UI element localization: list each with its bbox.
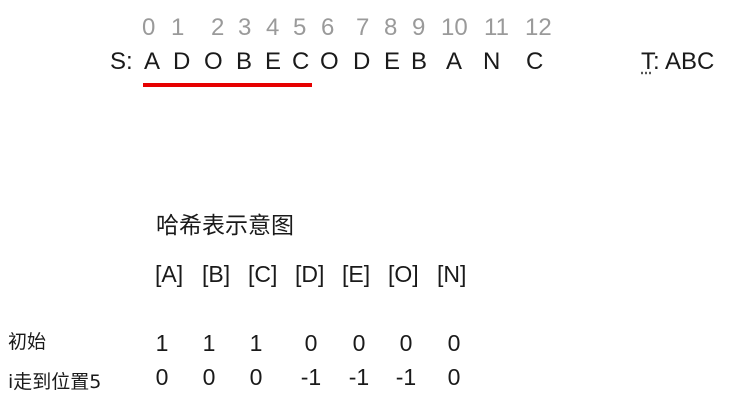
hash-key: [E]	[342, 261, 371, 287]
cell-value: -1	[300, 364, 322, 390]
t-letter: T	[641, 48, 653, 75]
t-label: T: ABC	[641, 50, 714, 74]
s-char: C	[292, 48, 310, 75]
hash-title: 哈希表示意图	[156, 213, 294, 239]
s-char: D	[353, 48, 371, 75]
s-char: C	[526, 48, 544, 75]
s-char: A	[144, 48, 161, 75]
s-char: E	[265, 48, 282, 75]
index-label: 2	[211, 14, 225, 41]
index-label: 8	[384, 14, 398, 41]
cell-value: -1	[348, 364, 370, 390]
index-label: 3	[238, 14, 252, 41]
cell-value: 1	[202, 330, 216, 356]
index-label: 0	[142, 14, 156, 41]
hash-key: [B]	[202, 261, 231, 287]
hash-key: [D]	[295, 261, 325, 287]
index-label: 12	[525, 14, 552, 41]
window-underline	[143, 83, 312, 87]
cell-value: 1	[155, 330, 169, 356]
hash-key: [O]	[388, 261, 419, 287]
t-value: : ABC	[653, 48, 715, 75]
s-char: B	[411, 48, 428, 75]
s-char: B	[236, 48, 253, 75]
hash-key: [N]	[437, 261, 467, 287]
row-label-step: i走到位置5	[8, 371, 102, 393]
index-label: 5	[293, 14, 307, 41]
index-label: 1	[171, 14, 185, 41]
index-label: 7	[356, 14, 370, 41]
index-label: 11	[484, 14, 509, 41]
cell-value: 0	[304, 330, 318, 356]
index-label: 9	[412, 14, 426, 41]
hash-key: [A]	[155, 261, 184, 287]
s-char: O	[320, 48, 339, 75]
s-char: O	[204, 48, 223, 75]
index-label: 4	[266, 14, 280, 41]
cell-value: 0	[352, 330, 366, 356]
cell-value: 0	[249, 364, 263, 390]
s-label: S:	[110, 48, 133, 75]
s-char: N	[483, 48, 501, 75]
hash-key: [C]	[248, 261, 278, 287]
row-label-initial: 初始	[8, 331, 47, 353]
s-char: D	[173, 48, 191, 75]
index-label: 10	[441, 14, 468, 41]
cell-value: 0	[447, 364, 461, 390]
s-char: A	[446, 48, 463, 75]
s-char: E	[384, 48, 401, 75]
cell-value: -1	[395, 364, 417, 390]
cell-value: 0	[447, 330, 461, 356]
index-label: 6	[321, 14, 335, 41]
cell-value: 0	[202, 364, 216, 390]
cell-value: 0	[155, 364, 169, 390]
cell-value: 1	[249, 330, 263, 356]
cell-value: 0	[399, 330, 413, 356]
